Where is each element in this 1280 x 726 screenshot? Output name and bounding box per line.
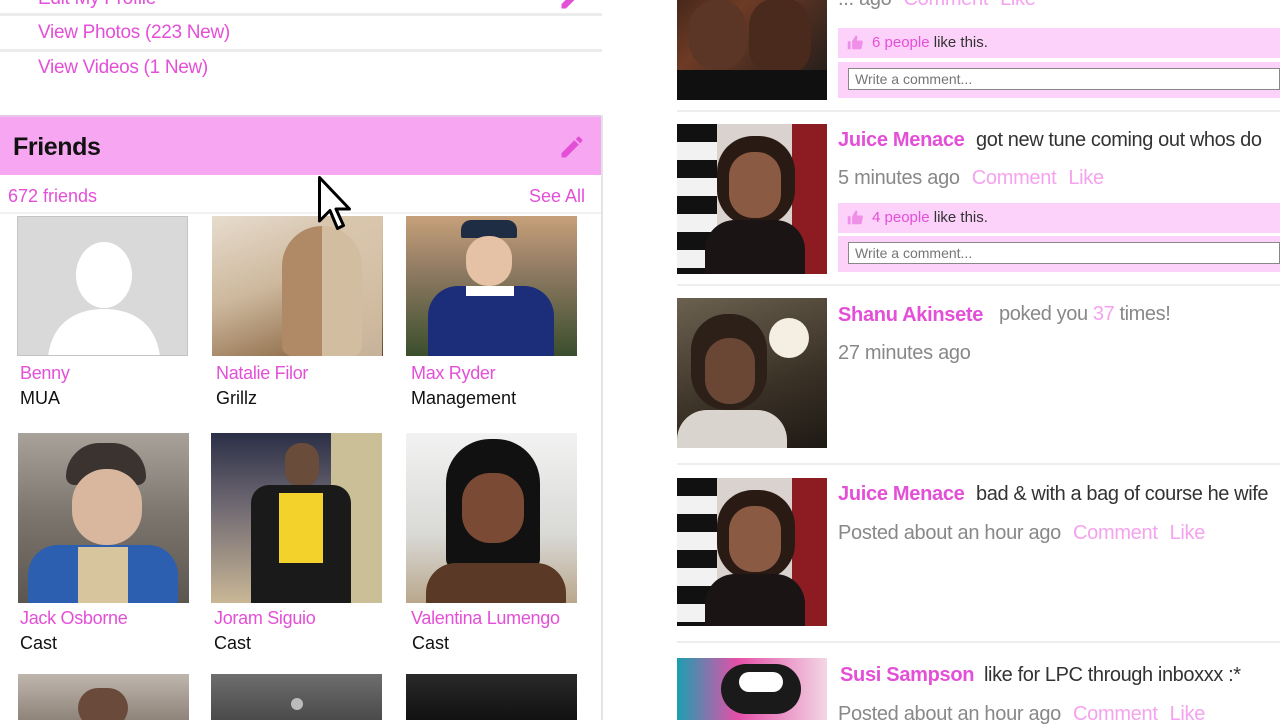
friend-name[interactable]: Valentina Lumengo xyxy=(411,608,560,629)
likes-bar: 6 people like this. xyxy=(838,28,1280,58)
separator xyxy=(677,284,1280,286)
post-thumbnail[interactable] xyxy=(677,124,827,274)
friend-role: Cast xyxy=(20,633,58,653)
friend-role: MUA xyxy=(20,388,60,408)
separator xyxy=(677,463,1280,465)
post-thumbnail[interactable] xyxy=(677,658,827,720)
friend-role: Cast xyxy=(214,633,252,653)
friend-name[interactable]: Max Ryder xyxy=(411,363,496,384)
separator xyxy=(0,212,602,214)
like-link[interactable]: Like xyxy=(1170,703,1206,725)
post-thumbnail[interactable] xyxy=(677,298,827,448)
cursor-icon xyxy=(318,176,351,230)
poster-name[interactable]: Susi Sampson xyxy=(840,664,975,687)
separator xyxy=(677,641,1280,643)
comment-box xyxy=(838,236,1280,272)
friend-role: Cast xyxy=(412,633,450,653)
post-thumbnail[interactable] xyxy=(677,0,827,100)
friend-photo[interactable] xyxy=(211,433,382,603)
like-link[interactable]: Like xyxy=(1000,0,1036,10)
likes-count[interactable]: 4 people xyxy=(872,209,930,226)
post-time: Posted about an hour ago xyxy=(838,703,1061,725)
post-meta: Posted about an hour ago Comment Like xyxy=(838,703,1205,726)
see-all-link[interactable]: See All xyxy=(529,186,585,207)
friend-photo[interactable] xyxy=(18,433,189,603)
friend-photo[interactable] xyxy=(212,216,383,356)
poke-count: 37 xyxy=(1092,303,1115,325)
friend-photo[interactable] xyxy=(406,433,577,603)
comment-link[interactable]: Comment xyxy=(1073,522,1158,544)
post-text: got new tune coming out whos do xyxy=(976,129,1262,151)
post-time: 27 minutes ago xyxy=(838,342,971,364)
friend-name[interactable]: Jack Osborne xyxy=(20,608,128,629)
poster-name[interactable]: Juice Menace xyxy=(838,483,965,506)
post-text: poked you 37 times! xyxy=(999,303,1171,326)
comment-input[interactable] xyxy=(848,242,1280,264)
post-text: like for LPC through inboxxx :* xyxy=(984,664,1241,686)
post-meta: 5 minutes ago Comment Like xyxy=(838,167,1104,190)
pencil-icon[interactable] xyxy=(558,133,586,161)
poke-text-suffix: times! xyxy=(1114,303,1171,325)
friend-role: Management xyxy=(411,388,517,408)
post-text: bad & with a bag of course he wife xyxy=(976,483,1269,505)
likes-suffix: like this. xyxy=(929,34,988,51)
poster-name[interactable]: Shanu Akinsete xyxy=(838,304,983,327)
friend-photo[interactable] xyxy=(211,674,382,720)
pencil-icon[interactable] xyxy=(558,0,586,12)
comment-link[interactable]: Comment xyxy=(1073,703,1158,725)
post-meta: ... ago Comment Like xyxy=(838,0,1036,11)
friend-role: Grillz xyxy=(216,388,257,408)
separator xyxy=(677,110,1280,112)
post-time: Posted about an hour ago xyxy=(838,522,1061,544)
friends-count[interactable]: 672 friends xyxy=(8,186,97,207)
column-border xyxy=(601,115,603,720)
left-column: Edit My Profile View Photos (223 New) Vi… xyxy=(0,0,602,720)
friend-name[interactable]: Joram Siguio xyxy=(214,608,316,629)
likes-count[interactable]: 6 people xyxy=(872,34,930,51)
friends-title: Friends xyxy=(13,133,101,161)
friend-photo[interactable] xyxy=(406,674,577,720)
thumbs-up-icon[interactable] xyxy=(846,209,864,225)
friend-name[interactable]: Natalie Filor xyxy=(216,363,308,384)
edit-profile-link[interactable]: Edit My Profile xyxy=(38,0,156,10)
friends-header: Friends xyxy=(0,115,602,175)
separator xyxy=(0,13,602,16)
comment-link[interactable]: Comment xyxy=(972,167,1057,189)
comment-input[interactable] xyxy=(848,68,1280,90)
thumbs-up-icon[interactable] xyxy=(846,34,864,50)
friend-photo[interactable] xyxy=(406,216,577,356)
friend-photo[interactable] xyxy=(18,674,189,720)
post-time: ... ago xyxy=(838,0,892,10)
friend-name[interactable]: Benny xyxy=(20,363,70,384)
poke-text: poked you xyxy=(999,303,1093,325)
comment-box xyxy=(838,62,1280,98)
separator xyxy=(0,49,602,52)
poster-name[interactable]: Juice Menace xyxy=(838,129,965,152)
like-link[interactable]: Like xyxy=(1068,167,1104,189)
comment-link[interactable]: Comment xyxy=(904,0,989,10)
likes-bar: 4 people like this. xyxy=(838,203,1280,233)
post-time: 5 minutes ago xyxy=(838,167,960,189)
post-thumbnail[interactable] xyxy=(677,478,827,626)
view-photos-link[interactable]: View Photos (223 New) xyxy=(38,22,230,44)
avatar-placeholder-icon xyxy=(48,242,160,355)
post-meta: Posted about an hour ago Comment Like xyxy=(838,522,1205,545)
friend-photo[interactable] xyxy=(17,216,188,356)
likes-suffix: like this. xyxy=(929,209,988,226)
view-videos-link[interactable]: View Videos (1 New) xyxy=(38,57,208,79)
like-link[interactable]: Like xyxy=(1170,522,1206,544)
